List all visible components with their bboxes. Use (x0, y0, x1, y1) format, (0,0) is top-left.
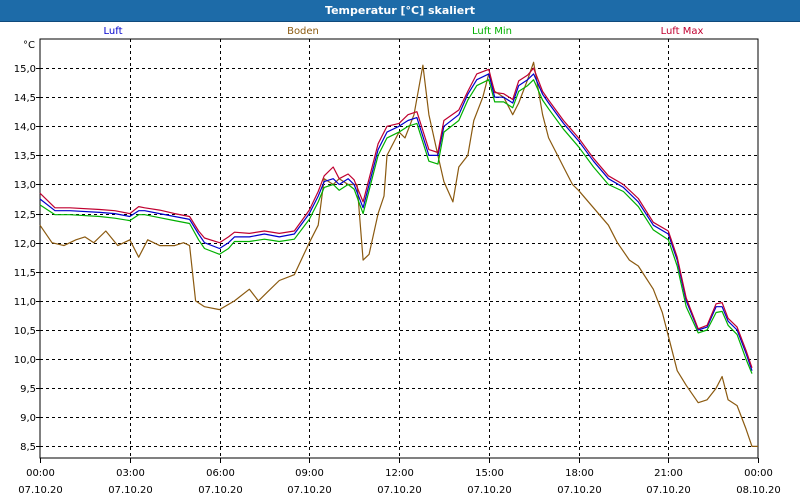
y-tick-label: 10,5 (14, 326, 36, 337)
x-tick-date: 07.10.20 (557, 485, 602, 496)
x-tick-time: 09:00 (295, 468, 324, 479)
x-tick-date: 07.10.20 (467, 485, 512, 496)
x-tick-date: 07.10.20 (287, 485, 332, 496)
x-tick-date: 07.10.20 (646, 485, 691, 496)
x-tick-date: 07.10.20 (108, 485, 153, 496)
y-tick-label: 14,0 (14, 122, 36, 133)
y-tick-label: 9,5 (20, 384, 36, 395)
chart-window: Temperatur [°C] skaliert 15,0 14,5 14,0 13,… (0, 0, 800, 500)
y-tick-label: 12,0 (14, 239, 36, 250)
x-tick-time: 15:00 (475, 468, 504, 479)
y-axis-label: °C (23, 40, 35, 51)
y-tick-label: 10,0 (14, 355, 36, 366)
y-tick-label: 9,0 (20, 413, 36, 424)
y-tick-label: 15,0 (14, 64, 36, 75)
temperature-chart: 15,0 14,5 14,0 13,5 13,0 12,5 12,0 11,5 11,0 10,5… (14, 26, 781, 496)
x-tick-time: 00:00 (26, 468, 55, 479)
y-tick-label: 8,5 (20, 442, 36, 453)
legend-luft-min: Luft Min (472, 26, 512, 37)
x-tick-time: 21:00 (654, 468, 683, 479)
y-tick-label: 11,0 (14, 297, 36, 308)
x-tick-date: 07.10.20 (198, 485, 243, 496)
x-tick-date: 07.10.20 (377, 485, 422, 496)
x-tick-date: 07.10.20 (18, 485, 63, 496)
x-tick-time: 18:00 (565, 468, 594, 479)
x-tick-time: 00:00 (744, 468, 773, 479)
x-tick-time: 03:00 (116, 468, 145, 479)
legend-luft: Luft (104, 26, 123, 37)
y-tick-label: 12,5 (14, 210, 36, 221)
x-tick-time: 12:00 (385, 468, 414, 479)
y-tick-label: 13,0 (14, 180, 36, 191)
y-tick-label: 14,5 (14, 93, 36, 104)
legend-luft-max: Luft Max (661, 26, 704, 37)
y-tick-label: 13,5 (14, 151, 36, 162)
x-tick-date: 08.10.20 (736, 485, 781, 496)
legend-boden: Boden (287, 26, 319, 37)
y-tick-label: 11,5 (14, 268, 36, 279)
x-tick-time: 06:00 (206, 468, 235, 479)
